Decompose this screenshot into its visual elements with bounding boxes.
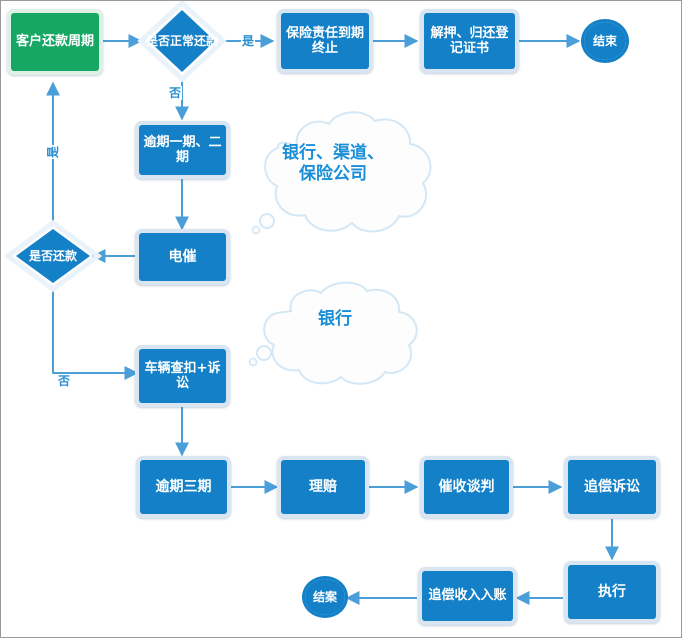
node-label: 客户还款周期 (11, 13, 99, 71)
node-overdue-period-3[interactable]: 逾期三期 (136, 456, 231, 518)
node-label: 催收谈判 (424, 460, 509, 514)
node-normal-repay-decision[interactable]: 是否正常还款 (141, 3, 223, 79)
node-label: 是否正常还款 (145, 33, 218, 48)
node-label: 结束 (584, 22, 626, 60)
node-repay-decision[interactable]: 是否还款 (8, 223, 98, 289)
edge-label-normal-repay-yes: 是 (241, 34, 256, 48)
cloud-bank (248, 281, 418, 385)
node-enforcement[interactable]: 执行 (564, 561, 660, 623)
edge-label-repay-no: 否 (57, 374, 72, 388)
node-release-pledge-return-cert[interactable]: 解押、归还登记证书 (420, 9, 519, 73)
node-overdue-period-1-2[interactable]: 逾期一期、二期 (135, 121, 230, 179)
node-label: 逾期一期、二期 (139, 125, 226, 175)
node-label: 追偿诉讼 (568, 460, 656, 514)
flowchart-canvas: 客户还款周期 是否正常还款 保险责任到期终止 解押、归还登记证书 结束 逾期一期… (0, 0, 682, 638)
node-label: 保险责任到期终止 (281, 13, 369, 69)
node-claim-settlement[interactable]: 理赔 (277, 456, 369, 518)
edge-label-repay-yes: 是 (46, 144, 61, 160)
node-label: 是否还款 (28, 248, 77, 263)
node-label: 逾期三期 (140, 460, 227, 514)
node-label: 车辆查扣+诉讼 (139, 349, 226, 403)
node-insurance-liability-end[interactable]: 保险责任到期终止 (277, 9, 373, 73)
node-collection-negotiation[interactable]: 催收谈判 (420, 456, 513, 518)
node-label: 执行 (568, 565, 656, 619)
node-label: 理赔 (281, 460, 365, 514)
node-phone-collection[interactable]: 电催 (135, 229, 230, 285)
connector-layer (3, 1, 619, 605)
node-vehicle-seizure-lawsuit[interactable]: 车辆查扣+诉讼 (135, 345, 230, 407)
edge-label-normal-repay-no: 否 (168, 86, 183, 100)
node-label: 结案 (305, 579, 345, 615)
node-label: 追偿收入入账 (422, 571, 513, 621)
node-recovery-lawsuit[interactable]: 追偿诉讼 (564, 456, 660, 518)
node-customer-repayment-cycle[interactable]: 客户还款周期 (7, 9, 103, 75)
node-recovery-income-posting[interactable]: 追偿收入入账 (418, 567, 517, 625)
node-label: 电催 (139, 233, 226, 281)
cloud-bank-channel-insurer (251, 111, 432, 235)
node-label: 解押、归还登记证书 (424, 13, 515, 69)
node-end-terminator[interactable]: 结束 (581, 19, 629, 63)
node-case-closed-terminator[interactable]: 结案 (302, 576, 348, 618)
